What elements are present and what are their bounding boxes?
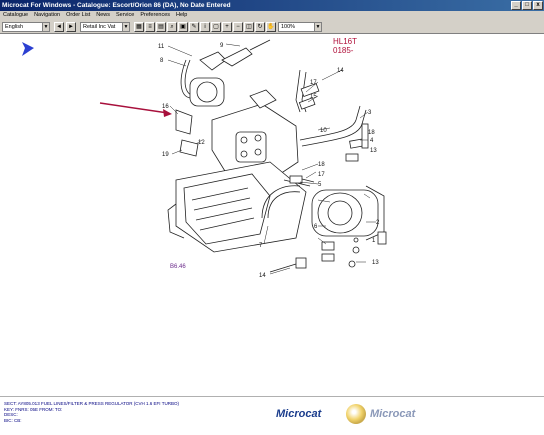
price-mode-value: Retail Inc Vat — [83, 24, 116, 30]
chevron-down-icon[interactable]: ▼ — [42, 23, 49, 31]
tool-button-11[interactable]: ◫ — [244, 22, 254, 32]
tool-button-12[interactable]: ↻ — [255, 22, 265, 32]
callout-13[interactable]: 13 — [372, 260, 379, 266]
tool-button-2[interactable]: ≡ — [145, 22, 155, 32]
callout-19[interactable]: 19 — [162, 152, 169, 158]
callout-11[interactable]: 11 — [158, 44, 165, 50]
callout-18-top[interactable]: 18 — [368, 130, 375, 136]
menu-catalogue[interactable]: Catalogue — [3, 11, 28, 20]
callout-18[interactable]: 18 — [318, 162, 325, 168]
toolbar: English ▼ ◄ ► Retail Inc Vat ▼ ▦ ≡ ▤ ⌕ ▣… — [0, 20, 544, 34]
bic-line: BIC: CB: — [4, 417, 22, 423]
pointer-arrow-head — [163, 109, 172, 117]
tool-button-8[interactable]: ▢ — [211, 22, 221, 32]
menu-navigation[interactable]: Navigation — [34, 11, 60, 20]
callout-8[interactable]: 8 — [160, 58, 164, 64]
zoom-value: 100% — [281, 24, 296, 30]
ref-code-2: 0185- — [333, 46, 354, 55]
menu-bar: Catalogue Navigation Order List News Ser… — [0, 11, 544, 20]
section-info: SECT: AY805.013 FUEL LINES/FILTER & PRES… — [4, 401, 179, 423]
info-icon: i — [204, 24, 206, 30]
callout-9[interactable]: 9 — [220, 43, 224, 49]
ref-code-1: HL16T — [333, 37, 357, 46]
callout-16[interactable]: 16 — [162, 104, 169, 110]
nav-arrow-icon[interactable] — [22, 42, 34, 56]
chevron-down-icon[interactable]: ▼ — [314, 23, 321, 31]
menu-news[interactable]: News — [96, 11, 110, 20]
zoom-out-icon: − — [236, 24, 240, 30]
back-button[interactable]: ◄ — [54, 22, 64, 32]
callout-17-lower[interactable]: 17 — [318, 172, 325, 178]
status-panel: SECT: AY805.013 FUEL LINES/FILTER & PRES… — [0, 396, 544, 435]
hand-icon: ✋ — [267, 24, 275, 30]
callout-3[interactable]: 3 — [368, 110, 372, 116]
grid-icon: ▦ — [136, 24, 142, 30]
arrow-left-icon: ◄ — [56, 24, 62, 30]
callout-1[interactable]: 1 — [372, 238, 376, 244]
callout-14[interactable]: 14 — [337, 68, 344, 74]
menu-order-list[interactable]: Order List — [66, 11, 90, 20]
callout-14-lower[interactable]: 14 — [259, 273, 266, 279]
pointer-arrow-line — [99, 102, 169, 114]
language-select[interactable]: English ▼ — [2, 22, 50, 32]
image-icon: ▢ — [213, 24, 219, 30]
window-title: Microcat For Windows - Catalogue: Escort… — [2, 2, 231, 9]
callout-2[interactable]: 2 — [376, 220, 380, 226]
callout-15[interactable]: 15 — [310, 94, 317, 100]
callout-5[interactable]: 5 — [318, 182, 322, 188]
tool-button-13[interactable]: ✋ — [266, 22, 276, 32]
chevron-down-icon[interactable]: ▼ — [122, 23, 129, 31]
window-controls: _ □ x — [511, 1, 543, 10]
menu-help[interactable]: Help — [176, 11, 187, 20]
price-mode-select[interactable]: Retail Inc Vat ▼ — [80, 22, 130, 32]
tool-button-4[interactable]: ⌕ — [167, 22, 177, 32]
tool-button-5[interactable]: ▣ — [178, 22, 188, 32]
callout-17[interactable]: 17 — [310, 80, 317, 86]
callout-10[interactable]: 10 — [320, 128, 327, 134]
tool-button-9[interactable]: + — [222, 22, 232, 32]
cart-icon: ▣ — [180, 24, 186, 30]
language-value: English — [5, 24, 24, 30]
list-icon: ≡ — [148, 24, 152, 30]
tool-button-10[interactable]: − — [233, 22, 243, 32]
rotate-icon: ↻ — [257, 24, 263, 30]
parts-diagram-canvas[interactable]: HL16T 0185- B6.46 11 9 8 16 12 19 10 14 … — [0, 34, 544, 396]
tool-button-7[interactable]: i — [200, 22, 210, 32]
tool-button-6[interactable]: ✎ — [189, 22, 199, 32]
title-bar: Microcat For Windows - Catalogue: Escort… — [0, 0, 544, 11]
fit-icon: ◫ — [246, 24, 252, 30]
zoom-in-icon: + — [225, 24, 229, 30]
parts-diagram[interactable]: HL16T 0185- B6.46 11 9 8 16 12 19 10 14 … — [0, 34, 544, 396]
callout-4[interactable]: 4 — [370, 138, 374, 144]
search-icon: ⌕ — [170, 24, 174, 30]
zoom-select[interactable]: 100% ▼ — [278, 22, 322, 32]
diagram-drawing — [167, 39, 387, 273]
tool-button-1[interactable]: ▦ — [134, 22, 144, 32]
callout-13-top[interactable]: 13 — [370, 148, 377, 154]
minimize-button[interactable]: _ — [511, 1, 521, 10]
menu-service[interactable]: Service — [116, 11, 134, 20]
microcat-logo-faded: Microcat — [370, 408, 416, 420]
note-icon: ✎ — [191, 24, 197, 30]
microcat-logo: Microcat — [276, 408, 322, 420]
section-line: SECT: AY805.013 FUEL LINES/FILTER & PRES… — [4, 401, 179, 406]
callout-12[interactable]: 12 — [198, 140, 205, 146]
tool-button-3[interactable]: ▤ — [156, 22, 166, 32]
maximize-button[interactable]: □ — [522, 1, 532, 10]
arrow-right-icon: ► — [68, 24, 74, 30]
forward-button[interactable]: ► — [66, 22, 76, 32]
menu-preferences[interactable]: Preferences — [140, 11, 170, 20]
ref-code-3: B6.46 — [170, 264, 186, 270]
print-icon: ▤ — [158, 24, 164, 30]
disc-logo-icon — [346, 404, 366, 424]
close-button[interactable]: x — [533, 1, 543, 10]
